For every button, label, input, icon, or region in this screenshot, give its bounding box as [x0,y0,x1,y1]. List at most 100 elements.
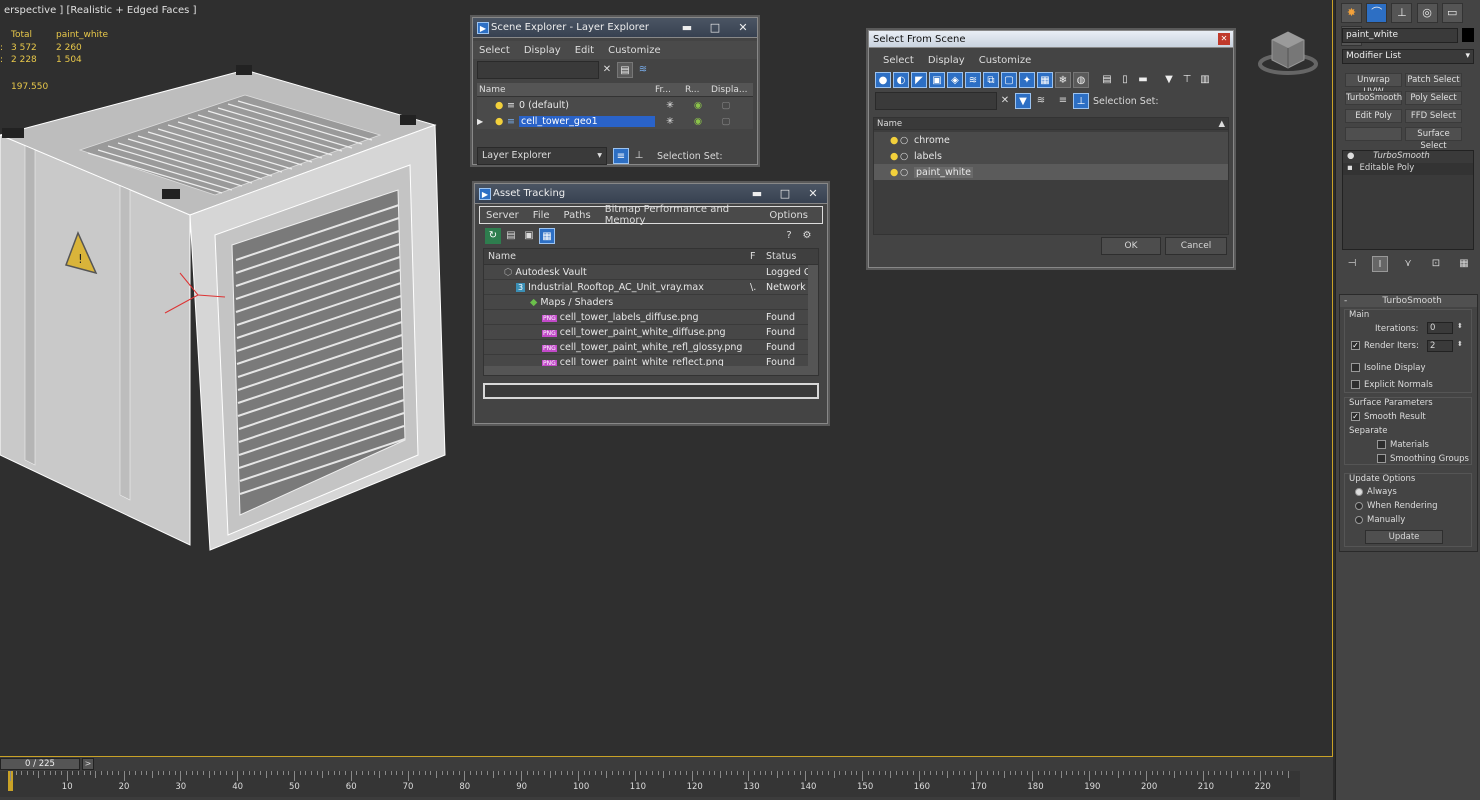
asset-row[interactable]: 3 Industrial_Rooftop_AC_Unit_vray.max \.… [484,280,818,295]
cancel-button[interactable]: Cancel [1165,237,1227,255]
hierarchy-mode-icon[interactable]: ⊥ [1073,93,1089,109]
modify-tab-icon[interactable]: ⌒ [1366,3,1388,23]
col-name[interactable]: Name [877,119,902,129]
col-full-path[interactable]: F [750,251,766,262]
viewcube-icon[interactable] [1258,28,1318,78]
close-button[interactable]: ✕ [1218,33,1230,45]
freeze-icon[interactable]: ✳ [655,116,685,127]
lightbulb-icon[interactable]: ● [495,100,507,111]
asset-tracking-titlebar[interactable]: ▶ Asset Tracking ▬ □ ✕ [475,184,827,204]
clear-search-icon[interactable]: ✕ [997,93,1013,109]
filter-active-icon[interactable]: ▼ [1015,93,1031,109]
motion-tab-icon[interactable]: ◎ [1416,3,1438,23]
menu-customize[interactable]: Customize [979,55,1032,66]
layer-explorer-titlebar[interactable]: ▶ Scene Explorer - Layer Explorer ▬ □ ✕ [473,18,757,38]
help-icon[interactable]: ? [781,228,797,244]
select-from-scene-window[interactable]: Select From Scene ✕ Select Display Custo… [868,30,1234,268]
table-view-icon[interactable]: ▦ [539,228,555,244]
asset-row[interactable]: ⬡ Autodesk Vault Logged O [484,265,818,280]
always-radio[interactable]: Always [1355,487,1397,497]
hierarchy-filter-icon[interactable]: ⊤ [1179,72,1195,88]
smooth-result-checkbox[interactable]: ✓ Smooth Result [1351,412,1426,422]
iterations-spinner[interactable]: 0 [1427,322,1453,334]
time-slider[interactable]: 0 / 225 [0,758,80,770]
lightbulb-icon[interactable]: ● [890,167,900,178]
render-iters-spinner-arrows-icon[interactable]: ⬍ [1457,340,1463,348]
render-teapot-icon[interactable]: ◉ [685,116,711,127]
close-button[interactable]: ✕ [799,187,827,200]
scene-object-row[interactable]: ● ○ labels [874,148,1228,164]
modifier-list-dropdown[interactable]: Modifier List ▾ [1342,49,1474,64]
layer-explorer-window[interactable]: ▶ Scene Explorer - Layer Explorer ▬ □ ✕ … [472,17,758,165]
col-status[interactable]: Status [766,251,816,262]
track-bar[interactable]: 10 20 30 40 50 60 70 80 90 100 110 120 130 140 150 160 1… [0,771,1300,797]
cameras-filter-icon[interactable]: ▣ [929,72,945,88]
turbosmooth-button[interactable]: TurboSmooth [1345,91,1402,105]
object-color-swatch[interactable] [1462,28,1474,42]
scene-object-row[interactable]: ● ○ paint_white [874,164,1228,180]
iterations-spinner-arrows-icon[interactable]: ⬍ [1457,322,1463,330]
minimize-button[interactable]: ▬ [743,187,771,200]
layer-search-input[interactable] [477,61,599,79]
lightbulb-icon[interactable]: ● [495,116,507,127]
menu-select[interactable]: Select [479,45,510,56]
menu-options[interactable]: Options [769,210,808,221]
menu-edit[interactable]: Edit [575,45,594,56]
layer-row[interactable]: ▶ ● ≡ cell_tower_geo1 ✳ ◉ ▢ [477,113,753,129]
layers-icon[interactable]: ≋ [635,62,651,78]
lights-filter-icon[interactable]: ◤ [911,72,927,88]
asset-path-field[interactable] [483,383,819,399]
hierarchy-icon[interactable]: ⊥ [631,148,647,164]
render-iters-checkbox[interactable]: ✓ Render Iters: [1351,341,1419,351]
bones-filter-icon[interactable]: ✦ [1019,72,1035,88]
render-iters-spinner[interactable]: 2 [1427,340,1453,352]
ac-unit-model[interactable]: ! [0,55,460,555]
col-display[interactable]: Displa... [711,85,751,95]
freeze-icon[interactable]: ✳ [655,100,685,111]
menu-select[interactable]: Select [883,55,914,66]
columns-icon[interactable]: ▥ [1197,72,1213,88]
hidden-filter-icon[interactable]: ◍ [1073,72,1089,88]
thumbnail-view-icon[interactable]: ▣ [521,228,537,244]
explorer-type-dropdown[interactable]: Layer Explorer ▾ [477,147,607,165]
next-frame-arrow-icon[interactable]: > [82,758,94,770]
scene-list-header[interactable]: Name ▲ [874,118,1228,130]
empty-modifier-button[interactable] [1345,127,1402,141]
col-name[interactable]: Name [477,85,655,95]
update-button[interactable]: Update [1365,530,1443,544]
containers-filter-icon[interactable]: ▦ [1037,72,1053,88]
asset-row[interactable]: PNG cell_tower_paint_white_diffuse.png F… [484,325,818,340]
create-tab-icon[interactable]: ✸ [1341,3,1362,23]
layer-row[interactable]: ● ≡ 0 (default) ✳ ◉ ▢ [477,97,753,113]
asset-row[interactable]: PNG cell_tower_labels_diffuse.png Found [484,310,818,325]
spacewarps-filter-icon[interactable]: ≋ [965,72,981,88]
lightbulb-icon[interactable]: ● [890,135,900,146]
menu-paths[interactable]: Paths [564,210,591,221]
display-none-icon[interactable]: ▯ [1117,72,1133,88]
maximize-button[interactable]: □ [771,187,799,200]
smoothing-groups-checkbox[interactable]: Smoothing Groups [1377,454,1469,464]
frozen-filter-icon[interactable]: ❄ [1055,72,1071,88]
poly-select-button[interactable]: Poly Select [1405,91,1462,105]
display-box-icon[interactable]: ▢ [711,100,741,111]
render-teapot-icon[interactable]: ◉ [685,100,711,111]
configure-sets-icon[interactable]: ▦ [1456,256,1472,272]
expand-arrow-icon[interactable]: ▶ [477,117,487,126]
rollout-header[interactable]: - TurboSmooth [1340,295,1477,307]
shapes-filter-icon[interactable]: ◐ [893,72,909,88]
helpers-filter-icon[interactable]: ◈ [947,72,963,88]
maximize-button[interactable]: □ [701,21,729,34]
unwrap-uvw-button[interactable]: Unwrap UVW [1345,73,1402,97]
lightbulb-icon[interactable]: ● [890,151,900,162]
display-tab-icon[interactable]: ▭ [1441,3,1463,23]
xrefs-filter-icon[interactable]: ▢ [1001,72,1017,88]
show-end-result-icon[interactable]: I [1372,256,1388,272]
menu-display[interactable]: Display [524,45,561,56]
modifier-stack[interactable]: ● TurboSmooth ▪ Editable Poly [1342,150,1474,250]
refresh-icon[interactable]: ↻ [485,228,501,244]
ok-button[interactable]: OK [1101,237,1161,255]
object-name-field[interactable]: paint_white [1342,28,1458,43]
find-icon[interactable]: ▤ [617,62,633,78]
manually-radio[interactable]: Manually [1355,515,1405,525]
hierarchy-tab-icon[interactable]: ⊥ [1391,3,1413,23]
